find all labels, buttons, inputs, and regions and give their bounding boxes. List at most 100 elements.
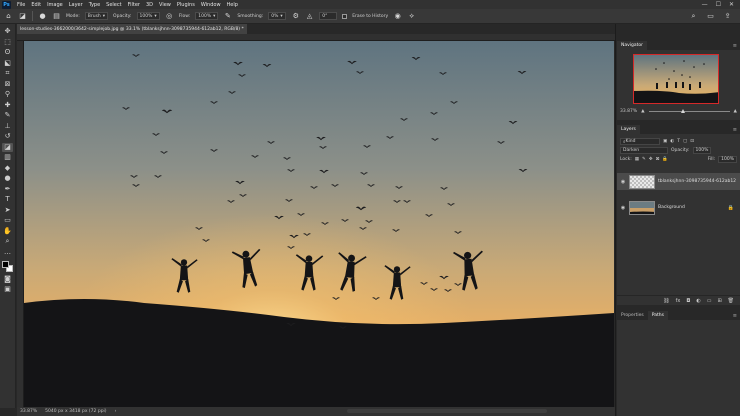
visibility-eye-icon[interactable]: ◉ <box>620 205 626 211</box>
zoom-tool-icon[interactable]: ⌕ <box>2 237 13 246</box>
pressure-opacity-icon[interactable]: ◎ <box>165 12 174 21</box>
link-layers-icon[interactable]: ⛓ <box>663 298 669 304</box>
filter-pixel-icon[interactable]: ▣ <box>663 139 667 144</box>
lock-icon[interactable]: 🔒 <box>728 205 734 211</box>
dodge-tool-icon[interactable]: ● <box>2 174 13 183</box>
rectangle-tool-icon[interactable]: ▭ <box>2 216 13 225</box>
workspace-icon[interactable]: ▭ <box>706 12 715 21</box>
layer-name[interactable]: tblanksjhnn-3098735944-612ab12 <box>658 179 736 184</box>
layer-style-icon[interactable]: fx <box>676 298 681 304</box>
history-brush-tool-icon[interactable]: ↺ <box>2 132 13 141</box>
path-selection-tool-icon[interactable]: ➤ <box>2 206 13 215</box>
layer-opacity-input[interactable]: 100% <box>692 147 712 154</box>
brush-settings-icon[interactable]: ▤ <box>52 12 61 21</box>
blur-tool-icon[interactable]: ◆ <box>2 164 13 173</box>
new-group-icon[interactable]: ▭ <box>707 298 712 304</box>
minimize-icon[interactable]: — <box>702 1 708 8</box>
symmetry-icon[interactable]: ⟡ <box>407 12 416 21</box>
new-layer-icon[interactable]: ⊞ <box>717 298 721 304</box>
navigator-preview[interactable] <box>633 54 719 104</box>
panel-menu-icon[interactable]: ≡ <box>733 43 737 49</box>
horizontal-ruler[interactable] <box>17 34 615 41</box>
filter-shape-icon[interactable]: ▢ <box>683 139 687 144</box>
document-tab[interactable]: lesson-studies-3662000/3642-simplejob.jp… <box>17 24 247 34</box>
type-tool-icon[interactable]: T <box>2 195 13 204</box>
close-window-icon[interactable]: ✕ <box>729 1 734 8</box>
eyedropper-tool-icon[interactable]: ⚲ <box>2 90 13 99</box>
layer-row[interactable]: ◉ Background 🔒 <box>617 199 740 216</box>
opacity-input[interactable]: 100% ▾ <box>136 12 160 20</box>
move-tool-icon[interactable]: ✥ <box>2 27 13 36</box>
eraser-tool-icon[interactable]: ◪ <box>2 142 13 152</box>
panel-menu-icon[interactable]: ≡ <box>733 313 737 319</box>
tab-paths[interactable]: Paths <box>647 311 668 320</box>
erase-to-history-checkbox[interactable] <box>342 13 348 19</box>
color-swatches[interactable] <box>1 261 14 273</box>
smoothing-input[interactable]: 0% ▾ <box>268 12 287 20</box>
flow-input[interactable]: 100% ▾ <box>195 12 219 20</box>
menu-3d[interactable]: 3D <box>143 2 156 8</box>
lock-all-icon[interactable]: 🔒 <box>662 157 668 162</box>
screen-mode-icon[interactable]: ▣ <box>2 285 13 294</box>
lock-transparent-icon[interactable]: ▦ <box>635 157 639 162</box>
lock-pixels-icon[interactable]: ✎ <box>642 157 646 162</box>
brush-preset-icon[interactable]: ● <box>38 12 47 21</box>
pen-tool-icon[interactable]: ✒ <box>2 185 13 194</box>
visibility-eye-icon[interactable]: ◉ <box>620 179 626 185</box>
menu-help[interactable]: Help <box>224 2 241 8</box>
navigator-zoom-value[interactable]: 33.87% <box>620 109 637 114</box>
fill-input[interactable]: 100% <box>718 156 737 163</box>
lock-position-icon[interactable]: ✥ <box>649 157 653 162</box>
angle-input[interactable]: 0° <box>319 12 338 20</box>
vertical-ruler[interactable] <box>17 41 24 407</box>
more-tools-icon[interactable]: … <box>2 248 13 257</box>
airbrush-icon[interactable]: ✎ <box>223 12 232 21</box>
foreground-color-swatch[interactable] <box>1 261 9 268</box>
horizontal-scrollbar[interactable] <box>347 409 547 413</box>
document-canvas[interactable] <box>24 41 614 407</box>
healing-brush-tool-icon[interactable]: ✚ <box>2 101 13 110</box>
layer-name[interactable]: Background <box>658 205 685 210</box>
trash-icon[interactable]: 🗑 <box>728 298 734 304</box>
layer-filter-kind[interactable]: ⌕ Kind <box>620 138 660 145</box>
layer-row[interactable]: ◉ tblanksjhnn-3098735944-612ab12 <box>617 173 740 190</box>
tab-properties[interactable]: Properties <box>617 311 648 320</box>
status-chevron-icon[interactable]: › <box>115 409 117 414</box>
slider-handle[interactable] <box>680 109 685 113</box>
filter-smart-icon[interactable]: ⊡ <box>690 139 694 144</box>
navigator-zoom-slider[interactable] <box>648 109 730 113</box>
object-select-tool-icon[interactable]: ⬕ <box>2 59 13 68</box>
crop-tool-icon[interactable]: ⌗ <box>2 69 13 78</box>
marquee-tool-icon[interactable]: ⬚ <box>2 38 13 47</box>
frame-tool-icon[interactable]: ⊠ <box>2 80 13 89</box>
zoom-in-icon[interactable]: ▲ <box>734 109 737 114</box>
search-icon[interactable]: ⌕ <box>689 12 698 21</box>
menu-window[interactable]: Window <box>198 2 224 8</box>
zoom-level[interactable]: 33.87% <box>20 409 37 414</box>
eraser-tool-preset-icon[interactable]: ◪ <box>18 12 27 21</box>
lock-artboard-icon[interactable]: ⊠ <box>656 157 660 162</box>
filter-adjust-icon[interactable]: ◐ <box>670 139 674 144</box>
smoothing-options-icon[interactable]: ⚙ <box>291 12 300 21</box>
home-icon[interactable]: ⌂ <box>4 12 13 21</box>
menu-plugins[interactable]: Plugins <box>174 2 198 8</box>
brush-tool-icon[interactable]: ✎ <box>2 111 13 120</box>
menu-file[interactable]: File <box>14 2 28 8</box>
filter-type-icon[interactable]: T <box>677 139 680 144</box>
zoom-out-icon[interactable]: ▲ <box>641 109 644 114</box>
menu-type[interactable]: Type <box>86 2 103 8</box>
hand-tool-icon[interactable]: ✋ <box>2 227 13 236</box>
clone-stamp-tool-icon[interactable]: ⊥ <box>2 122 13 131</box>
pressure-size-icon[interactable]: ◉ <box>393 12 402 21</box>
tab-navigator[interactable]: Navigator <box>617 41 648 50</box>
menu-view[interactable]: View <box>156 2 174 8</box>
add-mask-icon[interactable]: ◘ <box>686 298 690 304</box>
tab-layers[interactable]: Layers <box>617 125 640 134</box>
maximize-icon[interactable]: ☐ <box>716 1 721 8</box>
menu-layer[interactable]: Layer <box>66 2 86 8</box>
menu-select[interactable]: Select <box>103 2 124 8</box>
menu-filter[interactable]: Filter <box>125 2 143 8</box>
menu-image[interactable]: Image <box>44 2 66 8</box>
menu-edit[interactable]: Edit <box>28 2 44 8</box>
panel-menu-icon[interactable]: ≡ <box>733 127 737 133</box>
